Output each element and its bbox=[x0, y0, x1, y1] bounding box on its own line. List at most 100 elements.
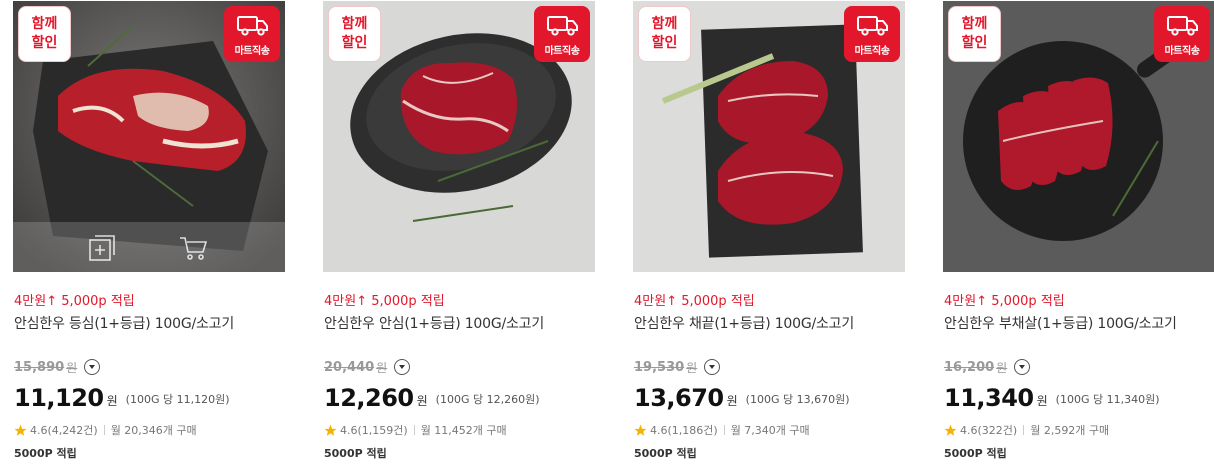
original-price-row: 16,200 원 bbox=[944, 358, 1031, 376]
delivery-truck-icon bbox=[237, 16, 268, 36]
mart-direct-badge: 마트직송 bbox=[224, 6, 280, 62]
together-discount-badge: 함께 할인 bbox=[638, 6, 691, 62]
product-card[interactable]: 함께 할인 마트직송 4만원↑ 5,000p 적립 안심한우 채끝(1+등급) … bbox=[633, 0, 905, 467]
together-discount-badge: 함께 할인 bbox=[948, 6, 1001, 62]
delivery-truck-icon bbox=[547, 16, 578, 36]
sale-price: 13,670 bbox=[634, 384, 724, 412]
delivery-truck-icon bbox=[1167, 16, 1198, 36]
points-text: 5000P 적립 bbox=[634, 447, 697, 460]
price-detail-dropdown-icon[interactable] bbox=[394, 359, 411, 375]
price-detail-dropdown-icon[interactable] bbox=[704, 359, 721, 375]
original-price: 19,530 bbox=[634, 359, 685, 375]
rating-text: 4.6(1,186건) bbox=[650, 424, 718, 437]
product-image[interactable]: 함께 할인 마트직송 bbox=[323, 1, 595, 272]
star-icon bbox=[634, 424, 647, 436]
price-unit: 원 bbox=[726, 394, 738, 408]
product-title[interactable]: 안심한우 채끝(1+등급) 100G/소고기 bbox=[634, 313, 854, 333]
original-price-unit: 원 bbox=[686, 360, 698, 375]
rating-row: 4.6(322건) 월 2,592개 구매 bbox=[944, 422, 1109, 438]
mart-direct-badge: 마트직송 bbox=[534, 6, 590, 62]
cart-icon[interactable] bbox=[178, 234, 208, 262]
rating-text: 4.6(322건) bbox=[960, 424, 1018, 437]
rating-row: 4.6(4,242건) 월 20,346개 구매 bbox=[14, 422, 197, 438]
monthly-sales: 월 11,452개 구매 bbox=[420, 424, 507, 437]
product-card[interactable]: 함께 할인 마트직송 4만원↑ 5,000p 적립 안심한우 등심(1+등급) … bbox=[13, 0, 285, 467]
divider bbox=[103, 425, 105, 435]
price-row: 11,120 원 (100G 당 11,120원) bbox=[14, 382, 230, 412]
badge-text: 할인 bbox=[31, 35, 58, 51]
product-card[interactable]: 함께 할인 마트직송 4만원↑ 5,000p 적립 안심한우 안심(1+등급) … bbox=[323, 0, 595, 467]
price-row: 12,260 원 (100G 당 12,260원) bbox=[324, 382, 540, 412]
add-to-list-icon[interactable] bbox=[87, 234, 117, 262]
together-discount-badge: 함께 할인 bbox=[328, 6, 381, 62]
price-detail-dropdown-icon[interactable] bbox=[1014, 359, 1031, 375]
original-price-unit: 원 bbox=[376, 360, 388, 375]
together-discount-badge: 함께 할인 bbox=[18, 6, 71, 62]
product-title[interactable]: 안심한우 등심(1+등급) 100G/소고기 bbox=[14, 313, 234, 333]
product-image[interactable]: 함께 할인 마트직송 bbox=[633, 1, 905, 272]
original-price-row: 19,530 원 bbox=[634, 358, 721, 376]
badge-text: 할인 bbox=[651, 35, 678, 51]
original-price: 15,890 bbox=[14, 359, 65, 375]
divider bbox=[413, 425, 415, 435]
promo-text: 4만원↑ 5,000p 적립 bbox=[944, 294, 1065, 309]
monthly-sales: 월 2,592개 구매 bbox=[1030, 424, 1110, 437]
badge-text: 함께 bbox=[961, 16, 988, 32]
original-price-row: 15,890 원 bbox=[14, 358, 101, 376]
mart-direct-badge: 마트직송 bbox=[1154, 6, 1210, 62]
badge-text: 함께 bbox=[341, 16, 368, 32]
star-icon bbox=[324, 424, 337, 436]
monthly-sales: 월 20,346개 구매 bbox=[110, 424, 197, 437]
points-text: 5000P 적립 bbox=[324, 447, 387, 460]
price-unit: 원 bbox=[106, 394, 118, 408]
badge-text: 마트직송 bbox=[1164, 46, 1200, 57]
star-icon bbox=[14, 424, 27, 436]
original-price-row: 20,440 원 bbox=[324, 358, 411, 376]
unit-price: (100G 당 11,120원) bbox=[125, 393, 230, 406]
price-row: 11,340 원 (100G 당 11,340원) bbox=[944, 382, 1160, 412]
original-price: 16,200 bbox=[944, 359, 995, 375]
badge-text: 마트직송 bbox=[234, 46, 270, 57]
promo-text: 4만원↑ 5,000p 적립 bbox=[14, 294, 135, 309]
product-card[interactable]: 함께 할인 마트직송 4만원↑ 5,000p 적립 안심한우 부채살(1+등급)… bbox=[943, 0, 1214, 467]
rating-row: 4.6(1,159건) 월 11,452개 구매 bbox=[324, 422, 507, 438]
rating-text: 4.6(1,159건) bbox=[340, 424, 408, 437]
rating-text: 4.6(4,242건) bbox=[30, 424, 98, 437]
monthly-sales: 월 7,340개 구매 bbox=[730, 424, 810, 437]
badge-text: 할인 bbox=[961, 35, 988, 51]
price-detail-dropdown-icon[interactable] bbox=[84, 359, 101, 375]
delivery-truck-icon bbox=[857, 16, 888, 36]
badge-text: 할인 bbox=[341, 35, 368, 51]
badge-text: 함께 bbox=[651, 16, 678, 32]
sale-price: 11,340 bbox=[944, 384, 1034, 412]
product-title[interactable]: 안심한우 부채살(1+등급) 100G/소고기 bbox=[944, 313, 1177, 333]
price-row: 13,670 원 (100G 당 13,670원) bbox=[634, 382, 850, 412]
divider bbox=[723, 425, 725, 435]
product-image[interactable]: 함께 할인 마트직송 bbox=[13, 1, 285, 272]
original-price: 20,440 bbox=[324, 359, 375, 375]
points-text: 5000P 적립 bbox=[944, 447, 1007, 460]
promo-text: 4만원↑ 5,000p 적립 bbox=[634, 294, 755, 309]
unit-price: (100G 당 13,670원) bbox=[745, 393, 850, 406]
star-icon bbox=[944, 424, 957, 436]
points-text: 5000P 적립 bbox=[14, 447, 77, 460]
original-price-unit: 원 bbox=[996, 360, 1008, 375]
divider bbox=[1023, 425, 1025, 435]
original-price-unit: 원 bbox=[66, 360, 78, 375]
badge-text: 함께 bbox=[31, 16, 58, 32]
rating-row: 4.6(1,186건) 월 7,340개 구매 bbox=[634, 422, 810, 438]
hover-actions bbox=[13, 222, 285, 272]
price-unit: 원 bbox=[416, 394, 428, 408]
sale-price: 11,120 bbox=[14, 384, 104, 412]
mart-direct-badge: 마트직송 bbox=[844, 6, 900, 62]
unit-price: (100G 당 11,340원) bbox=[1055, 393, 1160, 406]
badge-text: 마트직송 bbox=[854, 46, 890, 57]
unit-price: (100G 당 12,260원) bbox=[435, 393, 540, 406]
promo-text: 4만원↑ 5,000p 적립 bbox=[324, 294, 445, 309]
product-title[interactable]: 안심한우 안심(1+등급) 100G/소고기 bbox=[324, 313, 544, 333]
product-grid: 함께 할인 마트직송 4만원↑ 5,000p 적립 안심한우 등심(1+등급) … bbox=[0, 0, 1214, 467]
price-unit: 원 bbox=[1036, 394, 1048, 408]
product-image[interactable]: 함께 할인 마트직송 bbox=[943, 1, 1214, 272]
sale-price: 12,260 bbox=[324, 384, 414, 412]
badge-text: 마트직송 bbox=[544, 46, 580, 57]
